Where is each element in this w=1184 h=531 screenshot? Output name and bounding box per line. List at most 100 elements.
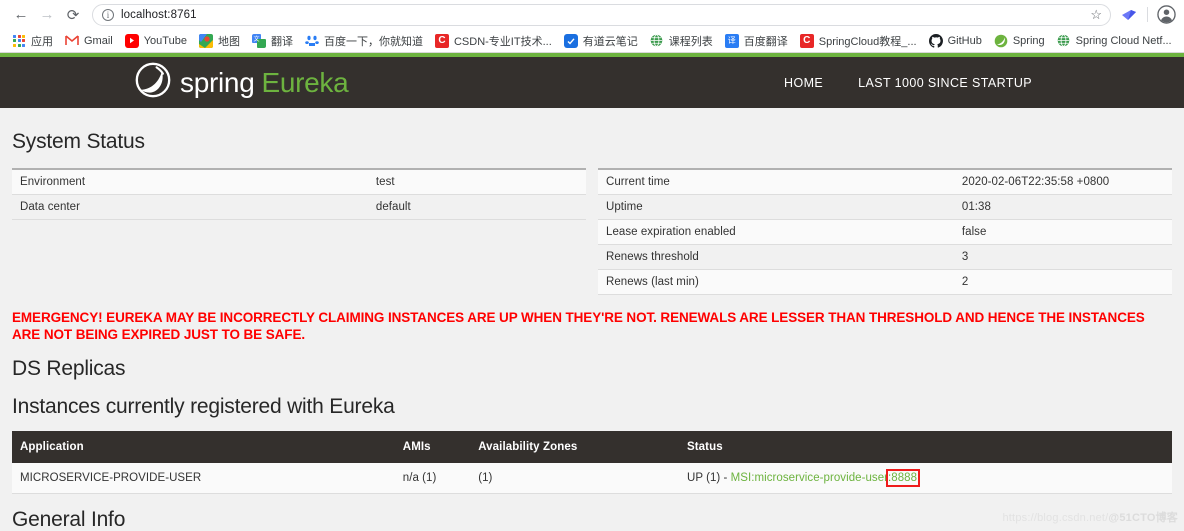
bookmark-label: Spring Cloud Netf... (1075, 34, 1172, 47)
column-header-status: Status (678, 431, 1172, 463)
brand-text: spring Eureka (180, 66, 349, 99)
bookmark-youtube[interactable]: YouTube (119, 31, 193, 51)
site-info-icon[interactable]: i (102, 8, 114, 21)
bookmark-maps[interactable]: 地图 (193, 31, 246, 51)
table-row: Lease expiration enabled false (598, 219, 1172, 245)
system-status-heading: System Status (12, 130, 145, 153)
baidu-icon (305, 34, 319, 48)
bookmark-label: 地图 (217, 35, 240, 48)
system-status-right-table: Current time 2020-02-06T22:35:58 +0800 U… (598, 168, 1172, 295)
bookmark-spring[interactable]: Spring (988, 31, 1051, 51)
watermark: https://blog.csdn.net/@51CTO博客 (1002, 509, 1178, 525)
eureka-navbar: spring Eureka HOME LAST 1000 SINCE STARTU… (0, 53, 1184, 108)
spring-leaf-icon (994, 34, 1008, 48)
bookmark-label: 百度一下，你就知道 (323, 35, 423, 48)
instance-link[interactable]: MSI:microservice-provide-user:8888 (730, 469, 921, 487)
bookmark-label: 应用 (31, 35, 53, 48)
status-up-text: UP (1) - (686, 472, 731, 484)
row-key: Renews threshold (598, 244, 954, 270)
table-row: Data center default (12, 194, 586, 220)
svg-text:文: 文 (253, 35, 259, 43)
table-row: MICROSERVICE-PROVIDE-USER n/a (1) (1) UP… (12, 463, 1172, 494)
cell-status: UP (1) - MSI:microservice-provide-user:8… (678, 463, 1172, 494)
table-header-row: Application AMIs Availability Zones Stat… (12, 431, 1172, 463)
bookmark-label: 翻译 (270, 35, 293, 48)
google-translate-icon: 文 (251, 33, 266, 48)
brand-spring: spring (180, 66, 255, 98)
bookmark-label: GitHub (947, 34, 982, 47)
bookmark-label: YouTube (143, 34, 187, 47)
bookmark-csdn[interactable]: C CSDN-专业IT技术... (429, 31, 558, 51)
eureka-page: spring Eureka HOME LAST 1000 SINCE STARTU… (0, 53, 1184, 531)
general-info-heading: General Info (12, 508, 126, 531)
page-content: System Status Environment test Data cent… (0, 130, 1184, 531)
system-status-tables: Environment test Data center default Cur… (12, 168, 1172, 295)
cell-application: MICROSERVICE-PROVIDE-USER (12, 463, 395, 494)
emergency-warning: EMERGENCY! EUREKA MAY BE INCORRECTLY CLA… (12, 310, 1145, 342)
url-text: localhost:8761 (121, 8, 197, 21)
bookmark-apps[interactable]: 应用 (6, 31, 59, 51)
column-header-availability-zones: Availability Zones (470, 431, 679, 463)
bookmark-label: Gmail (84, 34, 113, 47)
system-status-left: Environment test Data center default (12, 168, 586, 295)
row-key: Uptime (598, 194, 954, 220)
bookmark-course-list[interactable]: 课程列表 (644, 31, 719, 51)
row-value: 3 (953, 244, 1172, 270)
csdn-icon: C (434, 33, 449, 48)
instances-heading: Instances currently registered with Eure… (12, 395, 395, 418)
bookmark-label: 百度翻译 (743, 35, 788, 48)
table-row: Current time 2020-02-06T22:35:58 +0800 (598, 169, 1172, 195)
row-key: Environment (12, 169, 368, 195)
bookmark-label: 课程列表 (668, 35, 713, 48)
apps-grid-icon (12, 34, 26, 48)
bookmark-label: Spring (1012, 34, 1045, 47)
row-value: 01:38 (953, 194, 1172, 220)
system-status-right: Current time 2020-02-06T22:35:58 +0800 U… (598, 168, 1172, 295)
row-value: test (367, 169, 586, 195)
bookmark-baidu-fanyi[interactable]: 译 百度翻译 (719, 31, 794, 51)
globe-icon (1057, 34, 1071, 48)
watermark-url: https://blog.csdn.net/ (1002, 512, 1109, 524)
row-value: default (367, 194, 586, 220)
profile-avatar[interactable] (1156, 5, 1176, 25)
watermark-tag: @51CTO博客 (1108, 512, 1178, 524)
bookmark-gmail[interactable]: Gmail (59, 31, 119, 51)
baidu-fanyi-icon: 译 (724, 33, 739, 48)
bookmark-star-icon[interactable]: ☆ (1090, 7, 1102, 23)
table-row: Renews threshold 3 (598, 244, 1172, 270)
ds-replicas-heading: DS Replicas (12, 357, 126, 380)
forward-button[interactable]: → (34, 2, 60, 28)
row-value: 2020-02-06T22:35:58 +0800 (953, 169, 1172, 195)
bookmarks-bar: 应用 Gmail YouTube 地图 文 翻译 百度一下，你就知道 C CSD… (0, 29, 1184, 52)
bookmark-github[interactable]: GitHub (923, 31, 988, 51)
bookmark-youdao[interactable]: 有道云笔记 (558, 31, 644, 51)
instances-table: Application AMIs Availability Zones Stat… (12, 431, 1172, 494)
bookmark-spring-cloud-netflix[interactable]: Spring Cloud Netf... (1051, 31, 1178, 51)
cell-amis: n/a (1) (394, 463, 471, 494)
csdn-icon: C (799, 33, 814, 48)
table-row: Uptime 01:38 (598, 194, 1172, 220)
youtube-icon (124, 33, 139, 48)
spring-leaf-logo (135, 62, 171, 103)
instance-port-highlight: :8888 (886, 469, 921, 487)
brand[interactable]: spring Eureka (135, 62, 349, 103)
table-row: Renews (last min) 2 (598, 269, 1172, 295)
table-row: Environment test (12, 169, 586, 195)
bookmark-baidu[interactable]: 百度一下，你就知道 (299, 31, 429, 51)
instance-link-host: MSI:microservice-provide-user (730, 472, 889, 484)
reload-button[interactable]: ⟳ (60, 2, 86, 28)
bookmark-springcloud-tutorial[interactable]: C SpringCloud教程_... (794, 31, 923, 51)
nav-link-last-1000[interactable]: LAST 1000 SINCE STARTUP (858, 76, 1032, 90)
row-value: false (953, 219, 1172, 245)
row-value: 2 (953, 269, 1172, 295)
globe-icon (650, 34, 664, 48)
nav-link-home[interactable]: HOME (784, 76, 823, 90)
browser-chrome: ← → ⟳ i localhost:8761 ☆ 应用 Gmail YouTub… (0, 0, 1184, 53)
extension-icon[interactable] (1119, 5, 1139, 25)
back-button[interactable]: ← (8, 2, 34, 28)
address-bar[interactable]: i localhost:8761 ☆ (92, 3, 1111, 26)
bookmark-translate[interactable]: 文 翻译 (246, 31, 299, 51)
brand-eureka: Eureka (261, 66, 349, 98)
row-key: Current time (598, 169, 954, 195)
toolbar-divider (1147, 7, 1148, 22)
